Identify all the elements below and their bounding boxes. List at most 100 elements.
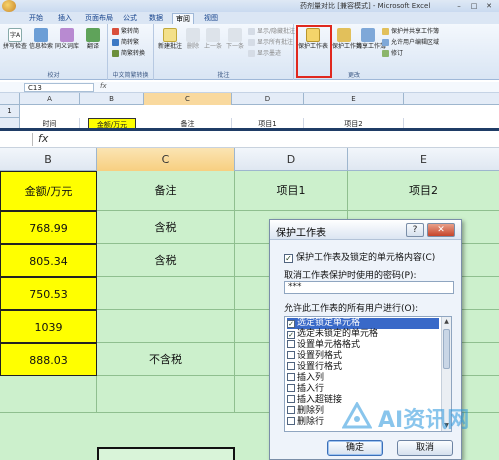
name-box[interactable]: C13	[24, 83, 94, 92]
tab-data[interactable]: 数据	[146, 13, 166, 24]
delete-comment-icon	[186, 28, 200, 42]
delete-comment-button[interactable]: 删除	[184, 28, 202, 51]
protect-checkbox[interactable]: ✓ 保护工作表及锁定的单元格内容(C)	[284, 250, 435, 263]
cell-amount[interactable]: 888.03	[0, 343, 97, 376]
protect-share-button[interactable]: 保护并共享工作簿	[382, 28, 439, 36]
column-header-e-zoomed[interactable]: E	[348, 148, 499, 171]
checkbox-checked-icon: ✓	[287, 331, 295, 339]
share-workbook-icon	[361, 28, 375, 42]
spell-check-icon: 字A	[8, 28, 22, 42]
list-item[interactable]: 插入行	[287, 384, 439, 395]
group-chinese-conversion: 繁转简 简转繁 简繁转换 中文简繁转换	[108, 24, 154, 80]
close-window-icon[interactable]: ✕	[482, 1, 496, 11]
column-header-c-zoomed[interactable]: C	[97, 148, 235, 171]
column-header-a[interactable]: A	[20, 93, 80, 105]
track-changes-button[interactable]: 修订	[382, 50, 403, 58]
list-item[interactable]: 设置行格式	[287, 362, 439, 373]
list-item[interactable]: ✓ 选定锁定单元格	[287, 318, 439, 329]
group-proofing: 字A 拼写检查 信息检索 同义词库 翻译 校对	[0, 24, 108, 80]
formula-bar-small: C13 fx	[0, 82, 499, 93]
tab-formulas[interactable]: 公式	[120, 13, 140, 24]
edit-range-icon	[382, 39, 389, 46]
cell-amount[interactable]: 1039	[0, 310, 97, 343]
list-item[interactable]: ✓ 选定未锁定的单元格	[287, 329, 439, 340]
previous-icon	[206, 28, 220, 42]
formula-bar-zoomed: fx	[0, 131, 499, 148]
checkbox-icon	[287, 362, 295, 370]
watermark-logo-icon	[342, 402, 372, 429]
cell-item1-header-zoomed[interactable]: 项目1	[235, 171, 348, 211]
cell-note[interactable]: 含税	[97, 211, 235, 244]
office-button-icon[interactable]	[2, 0, 16, 12]
selected-cell-outline[interactable]	[97, 447, 235, 460]
ribbon-tabs: 开始 插入 页面布局 公式 数据 审阅 视图	[0, 12, 499, 24]
fx-icon-small[interactable]: fx	[100, 82, 107, 90]
watermark-text: AI资讯网	[378, 408, 470, 433]
close-button[interactable]: ✕	[427, 223, 455, 237]
scroll-thumb[interactable]	[443, 329, 450, 369]
cell-empty[interactable]	[0, 376, 97, 413]
column-header-d[interactable]: D	[232, 93, 304, 105]
simp-to-trad-button[interactable]: 简转繁	[112, 39, 139, 47]
cell-note[interactable]	[97, 310, 235, 343]
cell-amount[interactable]: 750.53	[0, 277, 97, 310]
list-item[interactable]: 设置单元格格式	[287, 340, 439, 351]
translate-button[interactable]: 翻译	[80, 28, 106, 51]
cell-note-header-zoomed[interactable]: 备注	[97, 171, 235, 211]
minimize-icon[interactable]: –	[452, 1, 466, 11]
show-all-comments-button[interactable]: 显示所有批注	[248, 39, 293, 47]
ok-button[interactable]: 确定	[327, 440, 383, 456]
dialog-title: 保护工作表	[276, 228, 326, 239]
translate-icon	[86, 28, 100, 42]
protect-workbook-button[interactable]: 保护工作簿	[332, 28, 362, 51]
list-item[interactable]: 插入列	[287, 373, 439, 384]
column-header-e[interactable]: E	[304, 93, 404, 105]
fx-icon[interactable]: fx	[38, 132, 48, 145]
tab-home[interactable]: 开始	[26, 13, 46, 24]
cell-amount[interactable]: 805.34	[0, 244, 97, 277]
group-label-comments: 批注	[217, 72, 230, 79]
tab-page-layout[interactable]: 页面布局	[82, 13, 116, 24]
column-header-d-zoomed[interactable]: D	[235, 148, 348, 171]
thesaurus-button[interactable]: 同义词库	[54, 28, 80, 51]
trad-to-simp-button[interactable]: 繁转简	[112, 28, 139, 36]
checkbox-icon	[287, 395, 295, 403]
tab-review[interactable]: 审阅	[172, 13, 194, 24]
previous-comment-button[interactable]: 上一条	[202, 28, 224, 51]
research-button[interactable]: 信息检索	[28, 28, 54, 51]
scroll-up-icon[interactable]: ▲	[442, 317, 451, 327]
tab-insert[interactable]: 插入	[55, 13, 75, 24]
select-all-corner[interactable]	[0, 93, 20, 105]
maximize-icon[interactable]: □	[467, 1, 481, 11]
column-header-c[interactable]: C	[144, 93, 232, 105]
cell-empty[interactable]	[97, 376, 235, 413]
password-input[interactable]: ***	[284, 281, 454, 294]
new-comment-button[interactable]: 新建批注	[156, 28, 184, 51]
column-header-b-zoomed[interactable]: B	[0, 148, 97, 171]
list-item[interactable]: 设置列格式	[287, 351, 439, 362]
cell-note[interactable]: 含税	[97, 244, 235, 277]
group-label-chinese: 中文简繁转换	[112, 72, 149, 79]
protect-checkbox-label: 保护工作表及锁定的单元格内容(C)	[296, 253, 436, 263]
show-ink-button[interactable]: 显示墨迹	[248, 50, 281, 58]
cell-amount[interactable]: 768.99	[0, 211, 97, 244]
convert-button[interactable]: 简繁转换	[112, 50, 145, 58]
cell-note[interactable]: 不含税	[97, 343, 235, 376]
checkbox-icon	[287, 417, 295, 425]
column-header-b[interactable]: B	[80, 93, 144, 105]
next-comment-button[interactable]: 下一条	[224, 28, 246, 51]
cell-note[interactable]	[97, 277, 235, 310]
show-hide-comment-button[interactable]: 显示/隐藏批注	[248, 28, 295, 36]
password-label: 取消工作表保护时使用的密码(P):	[284, 271, 417, 281]
dialog-titlebar[interactable]: 保护工作表 ? ✕	[270, 220, 461, 240]
cell-amount-header-zoomed[interactable]: 金额/万元	[0, 171, 97, 211]
tab-view[interactable]: 视图	[201, 13, 221, 24]
help-button[interactable]: ?	[406, 223, 424, 237]
ink-icon	[248, 50, 255, 57]
cancel-button[interactable]: 取消	[397, 440, 453, 456]
spell-check-button[interactable]: 字A 拼写检查	[2, 28, 28, 51]
row-header-1[interactable]: 1	[0, 105, 20, 118]
cell-item2-header-zoomed[interactable]: 项目2	[348, 171, 499, 211]
share-workbook-button[interactable]: 共享工作簿	[356, 28, 386, 51]
allow-edit-ranges-button[interactable]: 允许用户编辑区域	[382, 39, 439, 47]
